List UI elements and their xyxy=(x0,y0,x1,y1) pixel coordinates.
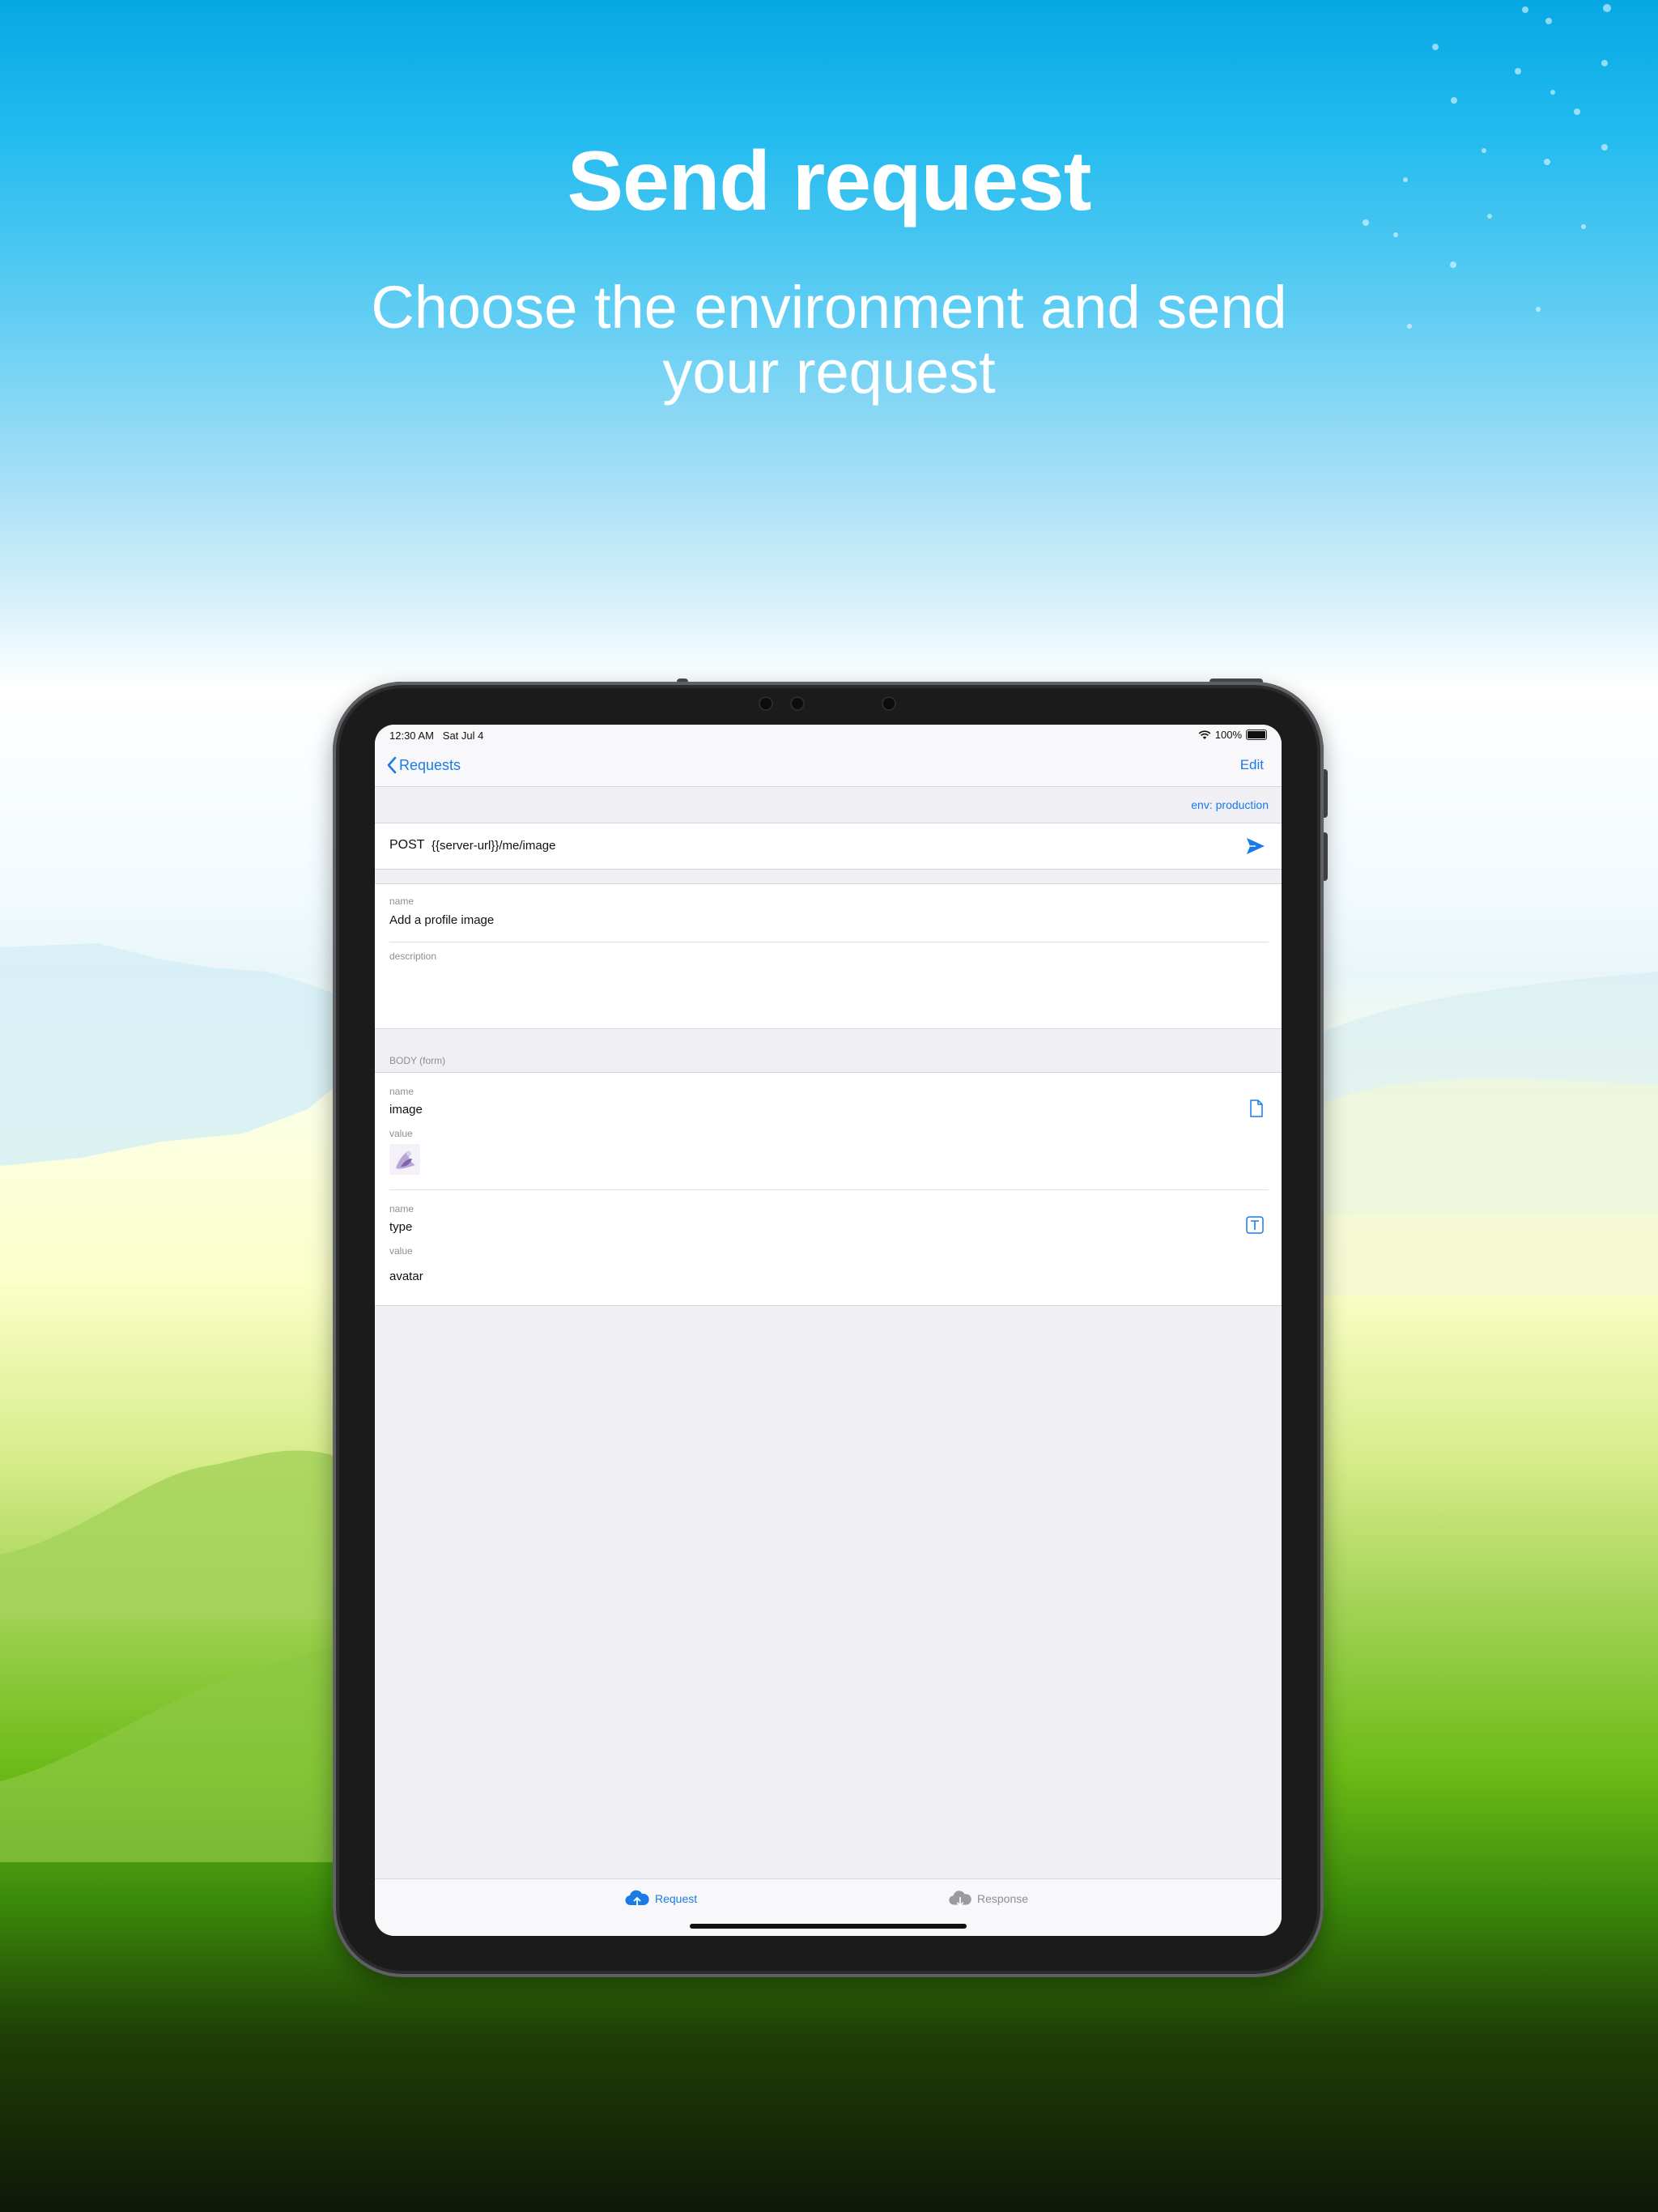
body-form-card: name image value name type value avatar xyxy=(375,1072,1282,1306)
request-name-field[interactable]: Add a profile image xyxy=(389,913,494,927)
environment-bar: env: production xyxy=(375,787,1282,823)
battery-icon xyxy=(1246,730,1267,740)
send-icon[interactable] xyxy=(1246,837,1265,855)
chevron-left-icon xyxy=(387,756,397,774)
tab-request-label: Request xyxy=(655,1892,698,1905)
field-name-label: name xyxy=(389,1086,414,1097)
app-screen: 12:30 AM Sat Jul 4 100% Requests Edit en… xyxy=(375,725,1282,1936)
marketing-headline: Send request xyxy=(567,134,1092,228)
edit-button[interactable]: Edit xyxy=(1240,757,1264,773)
text-type-icon[interactable] xyxy=(1246,1216,1264,1234)
request-url-row[interactable]: POST {{server-url}}/me/image xyxy=(375,823,1282,870)
field-name-value[interactable]: type xyxy=(389,1220,412,1234)
tab-response[interactable]: Response xyxy=(948,1889,1028,1908)
cloud-download-icon xyxy=(949,1891,971,1907)
back-button-label: Requests xyxy=(399,756,461,773)
wifi-icon xyxy=(1198,730,1211,739)
field-name-label: name xyxy=(389,1203,414,1214)
description-label: description xyxy=(389,951,437,962)
navigation-bar: Requests Edit xyxy=(375,746,1282,787)
field-value-label: value xyxy=(389,1128,413,1139)
divider xyxy=(389,1189,1269,1190)
field-value-label: value xyxy=(389,1245,413,1257)
http-method[interactable]: POST xyxy=(389,838,425,853)
marketing-subline: Choose the environment and send your req… xyxy=(371,274,1287,406)
battery-percent: 100% xyxy=(1214,729,1242,741)
request-details-card: name Add a profile image description xyxy=(375,883,1282,1029)
status-right: 100% xyxy=(1198,729,1267,741)
request-url[interactable]: {{server-url}}/me/image xyxy=(432,839,555,853)
back-button[interactable]: Requests xyxy=(386,755,461,775)
image-thumbnail[interactable] xyxy=(389,1144,420,1175)
status-bar: 12:30 AM Sat Jul 4 100% xyxy=(375,725,1282,746)
device-sensor xyxy=(790,696,805,711)
field-name-value[interactable]: image xyxy=(389,1103,423,1117)
device-camera xyxy=(882,696,896,711)
tab-request[interactable]: Request xyxy=(624,1889,697,1908)
home-indicator[interactable] xyxy=(690,1924,967,1929)
name-label: name xyxy=(389,895,414,907)
status-time: 12:30 AM Sat Jul 4 xyxy=(389,730,484,742)
environment-selector[interactable]: env: production xyxy=(1191,798,1269,811)
tab-response-label: Response xyxy=(977,1892,1029,1905)
body-section-title: BODY (form) xyxy=(389,1055,446,1066)
device-sensor xyxy=(759,696,773,711)
cloud-upload-icon xyxy=(625,1890,649,1907)
file-icon[interactable] xyxy=(1249,1100,1264,1117)
field-value-value[interactable]: avatar xyxy=(389,1270,423,1283)
